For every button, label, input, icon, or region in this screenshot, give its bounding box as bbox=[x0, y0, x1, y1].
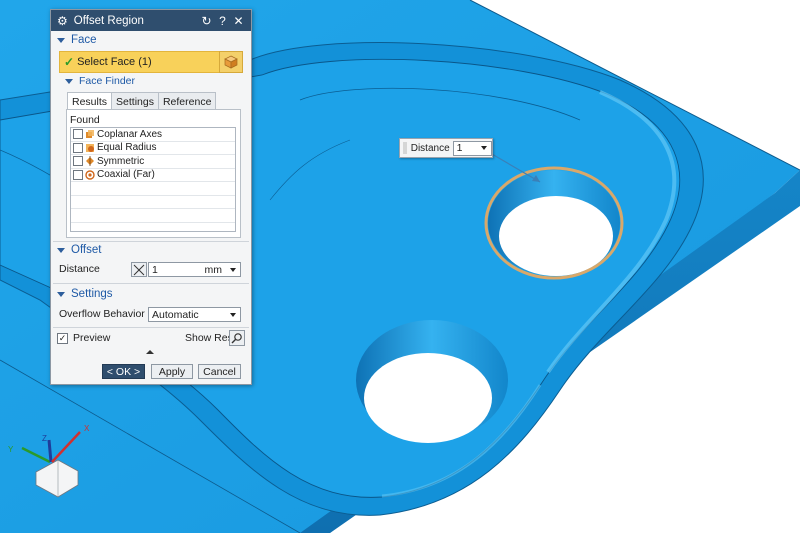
reset-icon[interactable]: ↻ bbox=[200, 14, 213, 28]
checkbox[interactable] bbox=[73, 169, 83, 180]
distance-input[interactable]: 1 mm bbox=[148, 262, 241, 277]
ok-button[interactable]: < OK > bbox=[102, 364, 145, 379]
face-finder-tabs: Results Settings Reference bbox=[67, 92, 217, 110]
dialog-titlebar[interactable]: ⚙ Offset Region ↻ ? ✕ bbox=[51, 10, 251, 31]
list-item[interactable]: Coaxial (Far) bbox=[71, 169, 235, 182]
select-face-row[interactable]: ✓ Select Face (1) bbox=[59, 51, 243, 73]
distance-onscreen-input[interactable]: Distance 1 bbox=[399, 138, 493, 158]
gear-icon: ⚙ bbox=[57, 13, 68, 28]
divider bbox=[53, 283, 249, 284]
divider bbox=[53, 241, 249, 242]
distance-popup-label: Distance bbox=[410, 142, 450, 154]
preview-row: ✓ Preview bbox=[57, 332, 110, 344]
triad-label-y: Y bbox=[8, 445, 14, 454]
checkbox[interactable] bbox=[73, 142, 83, 153]
settings-group-header[interactable]: Settings bbox=[57, 288, 113, 300]
unit-label: mm bbox=[204, 263, 223, 276]
apply-button[interactable]: Apply bbox=[151, 364, 193, 379]
distance-popup-value[interactable]: 1 bbox=[452, 140, 492, 156]
list-item[interactable]: Symmetric bbox=[71, 155, 235, 169]
measure-button[interactable] bbox=[131, 262, 147, 277]
checkmark-icon: ✓ bbox=[64, 55, 75, 69]
offset-group-header[interactable]: Offset bbox=[57, 244, 101, 256]
offset-region-dialog: ⚙ Offset Region ↻ ? ✕ Face ✓ Select Face… bbox=[50, 9, 252, 385]
preview-label: Preview bbox=[73, 332, 111, 344]
list-item bbox=[71, 182, 235, 196]
list-item bbox=[71, 209, 235, 223]
tab-settings[interactable]: Settings bbox=[111, 92, 159, 110]
measure-icon bbox=[133, 264, 145, 275]
show-result-button[interactable] bbox=[229, 330, 245, 346]
chevron-down-icon[interactable] bbox=[230, 312, 236, 317]
found-list[interactable]: Coplanar Axes Equal Radius Symmetric Coa… bbox=[70, 127, 236, 232]
drag-handle-icon[interactable] bbox=[403, 142, 407, 154]
face-group-header[interactable]: Face bbox=[57, 34, 97, 46]
chevron-down-icon[interactable] bbox=[230, 267, 236, 272]
list-item[interactable]: Equal Radius bbox=[71, 142, 235, 155]
face-finder-header[interactable]: Face Finder bbox=[65, 75, 135, 87]
symmetric-icon bbox=[86, 156, 94, 167]
collapse-icon[interactable] bbox=[57, 291, 65, 297]
chevron-down-icon[interactable] bbox=[481, 146, 487, 150]
coplanar-axes-icon bbox=[86, 130, 94, 139]
found-label: Found bbox=[70, 114, 100, 126]
list-item bbox=[71, 196, 235, 209]
help-icon[interactable]: ? bbox=[216, 14, 229, 28]
distance-label: Distance bbox=[59, 263, 100, 275]
close-icon[interactable]: ✕ bbox=[232, 14, 245, 28]
face-cube-icon bbox=[224, 55, 238, 69]
lower-hole bbox=[364, 353, 492, 443]
checkbox[interactable] bbox=[73, 129, 83, 140]
equal-radius-icon bbox=[86, 143, 94, 152]
coaxial-icon bbox=[85, 170, 95, 180]
divider bbox=[53, 327, 249, 328]
face-selector-button[interactable] bbox=[219, 51, 243, 73]
collapse-icon[interactable] bbox=[65, 78, 73, 84]
results-pane: Found Coplanar Axes Equal Radius Symmetr… bbox=[66, 109, 241, 238]
upper-hole bbox=[499, 196, 613, 276]
expand-more-icon[interactable] bbox=[146, 349, 154, 355]
tab-results[interactable]: Results bbox=[67, 92, 113, 110]
magnifier-icon bbox=[231, 333, 242, 344]
overflow-row: Overflow Behavior bbox=[59, 308, 145, 320]
checkbox[interactable] bbox=[73, 156, 83, 167]
triad-z-axis bbox=[47, 439, 53, 463]
overflow-behavior-label: Overflow Behavior bbox=[59, 308, 145, 320]
tab-reference[interactable]: Reference bbox=[157, 92, 217, 110]
preview-checkbox[interactable]: ✓ bbox=[57, 332, 68, 344]
collapse-icon[interactable] bbox=[57, 37, 65, 43]
collapse-icon[interactable] bbox=[57, 247, 65, 253]
distance-row: Distance bbox=[59, 263, 100, 275]
triad-label-z: Z bbox=[42, 434, 47, 443]
dialog-title: Offset Region bbox=[73, 14, 144, 27]
overflow-behavior-select[interactable]: Automatic bbox=[148, 307, 241, 322]
cancel-button[interactable]: Cancel bbox=[198, 364, 241, 379]
triad-label-x: X bbox=[84, 424, 90, 433]
list-item[interactable]: Coplanar Axes bbox=[71, 128, 235, 142]
